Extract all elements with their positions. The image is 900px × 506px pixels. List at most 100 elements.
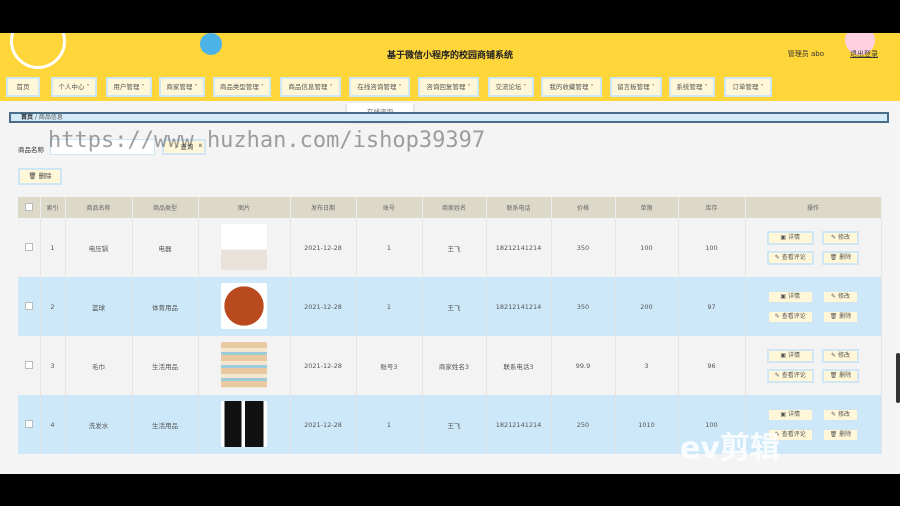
cell-date: 2021-12-28 <box>304 243 342 252</box>
chevron-down-icon: ˅ <box>192 83 198 91</box>
cell-account: 账号3 <box>380 362 398 371</box>
cell-type: 电器 <box>158 244 172 253</box>
nav-item-7[interactable]: 咨询回复管理 ˅ <box>418 77 479 97</box>
nav-item-label: 系统管理 <box>676 83 703 91</box>
edit-button[interactable]: ✎ 修改 <box>821 230 860 245</box>
nav-item-label: 我的收藏管理 <box>549 83 589 91</box>
cell-index: 1 <box>50 243 55 252</box>
cell-index: 4 <box>50 420 55 429</box>
logout-link[interactable]: 退出登录 <box>850 49 878 59</box>
nav-item-label: 咨询回复管理 <box>426 83 466 91</box>
delete-label: 删除 <box>839 312 852 320</box>
edit-label: 修改 <box>837 410 850 418</box>
cell-limit: 100 <box>640 243 653 252</box>
watermark-text: https://www.huzhan.com/ishop39397 <box>48 128 486 153</box>
detail-button[interactable]: ▣ 详情 <box>766 407 814 422</box>
col-account: 账号 <box>356 197 423 218</box>
col-stock: 库存 <box>678 197 746 218</box>
cell-price: 250 <box>576 420 590 429</box>
cell-limit: 1010 <box>638 420 655 429</box>
cell-date: 2021-12-28 <box>304 361 342 370</box>
nav-item-5[interactable]: 商品信息管理 ˅ <box>280 77 341 97</box>
delete-label: 删除 <box>839 430 852 438</box>
app-screen: 基于微信小程序的校园商铺系统 管理员 abo 退出登录 首页 个人中心 ˅ 用户管理… <box>0 33 900 474</box>
delete-button[interactable]: 🗑 删除 <box>821 250 860 265</box>
detail-button[interactable]: ▣ 详情 <box>766 289 814 304</box>
chevron-down-icon: ˅ <box>702 83 708 91</box>
edit-label: 修改 <box>837 233 850 241</box>
nav-item-12[interactable]: 订单管理 ˅ <box>724 77 772 97</box>
delete-label: 删除 <box>839 371 852 379</box>
edit-button[interactable]: ✎ 修改 <box>821 289 860 304</box>
cell-merchant: 王飞 <box>447 421 461 430</box>
review-button[interactable]: ✎ 查看评论 <box>766 309 814 324</box>
breadcrumb: 首页 / 商品信息 <box>9 112 889 123</box>
editor-watermark: ev剪辑 <box>680 431 780 466</box>
nav-item-8[interactable]: 交流论坛 ˅ <box>488 77 534 97</box>
table-row: 1 电压锅 电器 2021-12-28 1 王飞 18212141214 350 100 100 … <box>18 218 882 277</box>
col-actions: 操作 <box>745 197 882 218</box>
delete-button[interactable]: 🗑 删除 <box>821 368 860 383</box>
cell-name: 洗发水 <box>88 421 109 430</box>
table-row: 2 篮球 体育用品 2021-12-28 1 王飞 18212141214 350 200 97 … <box>18 277 882 336</box>
review-label: 查看评论 <box>781 253 806 261</box>
cell-name: 篮球 <box>92 303 105 312</box>
col-name: 商品名称 <box>65 197 133 218</box>
nav-item-11[interactable]: 系统管理 ˅ <box>669 77 715 97</box>
current-user: 管理员 abo <box>787 50 824 58</box>
chevron-down-icon: ˅ <box>521 83 527 91</box>
nav-item-6[interactable]: 在线咨询管理 ˅ <box>349 77 410 97</box>
row-checkbox[interactable] <box>24 419 33 428</box>
nav-item-2[interactable]: 用户管理 ˅ <box>106 77 152 97</box>
col-limit: 单限 <box>615 197 679 218</box>
delete-button[interactable]: 🗑 删除 <box>821 427 860 442</box>
nav-item-0[interactable]: 首页 <box>6 77 40 97</box>
cell-limit: 200 <box>640 302 653 311</box>
cell-price: 350 <box>576 243 590 252</box>
nav-item-1[interactable]: 个人中心 ˅ <box>51 77 97 97</box>
delete-label: 删除 <box>839 253 852 261</box>
nav-item-10[interactable]: 留言板管理 ˅ <box>610 77 662 97</box>
detail-label: 详情 <box>788 410 801 418</box>
select-all-header[interactable] <box>18 197 41 218</box>
cell-merchant: 王飞 <box>447 303 461 312</box>
nav-item-9[interactable]: 我的收藏管理 ˅ <box>541 77 602 97</box>
chevron-down-icon: ˅ <box>465 83 471 91</box>
cell-name: 毛巾 <box>92 362 105 371</box>
cell-index: 3 <box>50 361 55 370</box>
scrollbar[interactable] <box>896 353 900 403</box>
breadcrumb-home[interactable]: 首页 <box>21 114 33 121</box>
chevron-down-icon: ˅ <box>258 83 265 91</box>
edit-button[interactable]: ✎ 修改 <box>821 407 860 422</box>
cell-type: 生活用品 <box>152 421 178 430</box>
row-checkbox[interactable] <box>24 301 33 310</box>
col-image: 图片 <box>198 197 291 218</box>
nav-item-label: 首页 <box>16 83 30 91</box>
cell-stock: 100 <box>705 243 718 252</box>
detail-button[interactable]: ▣ 详情 <box>766 230 814 245</box>
cell-type: 体育用品 <box>152 303 178 312</box>
row-checkbox[interactable] <box>24 360 33 369</box>
row-actions: ▣ 详情 ✎ 修改 ✎ 查看评论 🗑 删除 <box>746 230 881 265</box>
delete-button[interactable]: 🗑 删除 <box>821 309 860 324</box>
nav-item-4[interactable]: 商品类型管理 ˅ <box>213 77 271 97</box>
cell-limit: 3 <box>644 361 649 370</box>
nav-item-label: 个人中心 <box>58 83 85 91</box>
product-image <box>221 400 267 447</box>
chevron-down-icon: ˅ <box>588 83 594 91</box>
select-all-checkbox[interactable] <box>24 202 33 211</box>
chevron-down-icon: ˅ <box>327 83 333 91</box>
nav-item-3[interactable]: 商家管理 ˅ <box>159 77 205 97</box>
review-button[interactable]: ✎ 查看评论 <box>766 250 814 265</box>
chevron-down-icon: ˅ <box>649 83 655 91</box>
row-checkbox[interactable] <box>24 242 33 251</box>
cell-phone: 18212141214 <box>495 302 542 311</box>
bulk-delete-button[interactable]: 🗑 删除 <box>18 168 62 185</box>
edit-label: 修改 <box>837 292 850 300</box>
nav-item-label: 交流论坛 <box>495 83 522 91</box>
review-button[interactable]: ✎ 查看评论 <box>766 368 814 383</box>
edit-button[interactable]: ✎ 修改 <box>821 348 860 363</box>
chevron-down-icon: ˅ <box>758 83 764 91</box>
detail-button[interactable]: ▣ 详情 <box>766 348 814 363</box>
cell-stock: 96 <box>707 361 716 370</box>
